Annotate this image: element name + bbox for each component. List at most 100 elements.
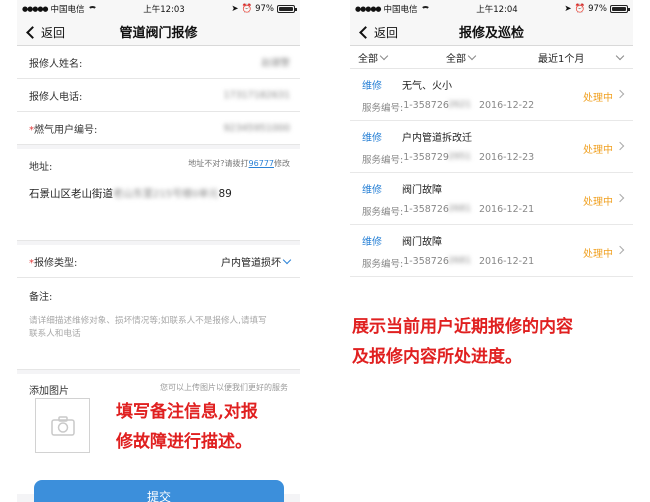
address-value: 石景山区老山街道老山东里215号楼0单元89 [29,185,290,201]
reporter-name-row[interactable]: 报修人姓名: 赵德警 [17,46,300,79]
reporter-phone-row[interactable]: 报修人电话: 17317182631 [17,79,300,112]
service-number: 1-35872681 [448,204,471,214]
camera-icon [50,415,75,436]
service-label: 服务编号: [362,207,404,218]
wifi-icon [420,5,430,13]
back-label: 返回 [374,25,399,40]
add-photo-button[interactable] [35,398,90,453]
record-title: 阀门故障 [402,185,442,196]
repair-list-screen: ●●●●● 中国电信 上午12:04 ➤ ⏰ 97% 返回 报修及巡检 全部 全… [350,0,633,290]
notes-section[interactable]: 备注: 请详细描述维修对象、损坏情况等;如联系人不是报修人,请填写联系人和电话 [17,278,300,370]
status-badge: 处理中 [583,197,613,208]
filter-category-label: 全部 [358,53,378,65]
battery-icon [610,5,630,13]
clock: 上午12:03 [143,5,185,15]
wifi-icon [87,5,97,13]
status-bar: ●●●●● 中国电信 上午12:04 ➤ ⏰ 97% [350,0,633,18]
record-type: 维修 [362,133,382,144]
signal-icon: ●●●●● [355,5,382,13]
annotation-list: 展示当前用户近期报修的内容 及报修内容所处进度。 [352,312,573,372]
filter-period-label: 最近1个月 [538,53,585,65]
service-number: 1-35872951 [448,152,471,162]
carrier-label: 中国电信 [50,5,85,15]
back-label: 返回 [41,25,66,40]
notes-label: 备注: [29,292,53,303]
back-button[interactable]: 返回 [25,18,65,46]
filter-category[interactable]: 全部 [358,50,446,65]
alarm-icon: ⏰ [574,4,586,14]
service-label: 服务编号: [362,103,404,114]
address-section: 地址: 地址不对?请拨打96777修改 石景山区老山街道老山东里215号楼0单元… [17,149,300,241]
list-item[interactable]: 维修 无气、火小服务编号:1-3587261-35872621 2016-12-22… [350,69,633,121]
chevron-down-icon [616,51,625,60]
reporter-phone-label: 报修人电话: [29,91,83,103]
battery-percent: 97% [588,4,607,14]
record-date: 2016-12-21 [478,204,535,215]
list-item[interactable]: 维修 阀门故障服务编号:1-3587261-35872681 2016-12-21 处… [350,225,633,277]
chevron-down-icon [379,51,389,60]
status-badge: 处理中 [583,93,613,104]
signal-icon: ●●●●● [22,5,49,13]
reporter-name-value: 赵德警 [261,58,290,69]
service-number-visible: 1-358726 [403,100,449,111]
service-label: 服务编号: [362,259,404,270]
repair-type-label-wrap: *报修类型: [29,254,77,269]
service-number-visible: 1-358726 [403,204,449,215]
filter-bar: 全部 全部 最近1个月 [350,46,633,69]
alarm-icon: ⏰ [241,4,253,14]
hotline-link[interactable]: 96777 [249,159,274,168]
reporter-name-label: 报修人姓名: [29,58,83,70]
service-number-visible: 1-358729 [403,152,449,163]
gas-account-row[interactable]: *燃气用户编号: 92345951000 [17,112,300,145]
submit-button[interactable]: 提交 [34,480,284,502]
location-icon: ➤ [231,4,239,14]
annotation-notes-line2: 修故障进行描述。 [116,432,252,452]
page-title: 管道阀门报修 [119,26,198,41]
record-title: 无气、火小 [402,81,452,92]
photos-label: 添加图片 [29,386,69,397]
repair-type-label: 报修类型: [34,257,78,269]
service-label: 服务编号: [362,155,404,166]
service-number-visible: 1-358726 [403,256,449,267]
record-title: 户内管道拆改迁 [402,133,472,144]
status-badge: 处理中 [583,249,613,260]
nav-bar: 返回 报修及巡检 [350,18,633,46]
photos-hint: 您可以上传图片以便我们更好的服务 [160,383,288,392]
battery-icon [277,5,297,13]
chevron-down-icon [467,51,477,60]
page-title: 报修及巡检 [458,26,524,41]
record-list: 维修无气、火小服务编号:1-3587261-358726212016-12-22… [350,69,633,277]
status-badge: 处理中 [583,145,613,156]
record-type: 维修 [362,185,382,196]
address-hint-suffix: 修改 [274,159,290,168]
annotation-notes-line1: 填写备注信息,对报 [116,402,258,422]
annotation-list-line2: 及报修内容所处进度。 [352,347,522,367]
chevron-left-icon [26,25,39,39]
chevron-down-icon [282,255,292,264]
annotation-notes: 填写备注信息,对报 修故障进行描述。 [116,397,258,457]
filter-status[interactable]: 全部 [446,50,538,65]
repair-type-select[interactable]: 户内管道损坏 [221,254,292,269]
list-item[interactable]: 维修 户内管道拆改迁服务编号:1-3587291-35872951 2016-12-… [350,121,633,173]
battery-percent: 97% [255,4,274,14]
repair-type-row[interactable]: *报修类型: 户内管道损坏 [17,245,300,278]
gas-account-label-wrap: *燃气用户编号: [29,121,97,136]
location-icon: ➤ [564,4,572,14]
gas-account-value: 92345951000 [223,122,291,134]
repair-type-value: 户内管道损坏 [221,257,281,269]
clock: 上午12:04 [476,5,518,15]
list-item[interactable]: 维修 阀门故障服务编号:1-3587261-35872681 2016-12-21 处… [350,173,633,225]
address-hint: 地址不对?请拨打96777修改 [188,158,290,173]
address-suffix: 89 [218,188,232,200]
filter-period[interactable]: 最近1个月 [538,50,625,65]
annotation-list-line1: 展示当前用户近期报修的内容 [352,317,573,337]
record-title: 阀门故障 [402,237,442,248]
screenshot-composite: ●●●●● 中国电信 上午12:03 ➤ ⏰ 97% 返回 管道阀门报修 报修人… [0,0,650,502]
address-label: 地址: [29,162,53,173]
carrier-label: 中国电信 [383,5,418,15]
nav-bar: 返回 管道阀门报修 [17,18,300,46]
filter-status-label: 全部 [446,53,466,65]
record-date: 2016-12-22 [478,100,535,111]
status-bar: ●●●●● 中国电信 上午12:03 ➤ ⏰ 97% [17,0,300,18]
back-button[interactable]: 返回 [358,18,398,46]
